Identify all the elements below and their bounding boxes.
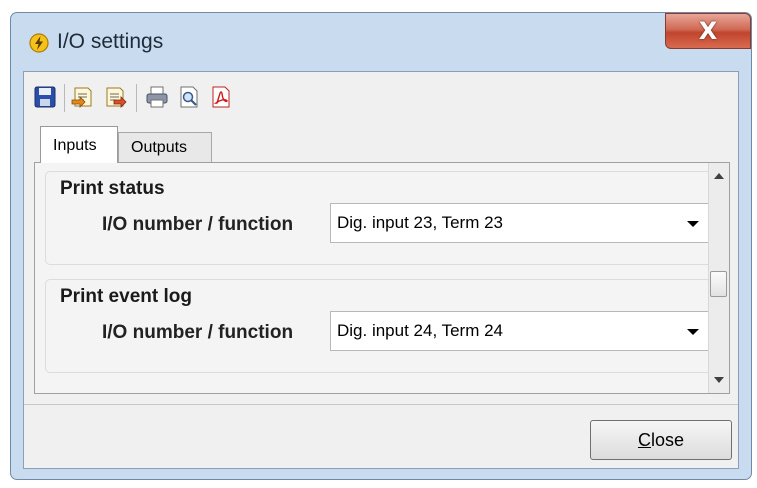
dialog-body: Inputs Outputs Print status I/O number /… <box>23 71 739 469</box>
chevron-down-icon[interactable] <box>687 329 699 335</box>
print-icon[interactable] <box>144 84 170 110</box>
vertical-scrollbar[interactable] <box>708 163 729 393</box>
scrollbar-thumb[interactable] <box>710 271 727 297</box>
toolbar-separator <box>136 84 137 112</box>
tab-outputs[interactable]: Outputs <box>118 132 212 163</box>
close-icon: X <box>698 17 718 45</box>
print-event-log-group: Print event log I/O number / function Di… <box>45 279 717 373</box>
export-icon[interactable] <box>102 84 128 110</box>
toolbar <box>30 80 370 116</box>
tab-inputs[interactable]: Inputs <box>40 126 118 163</box>
print-status-group: Print status I/O number / function Dig. … <box>45 171 717 265</box>
close-mnemonic: C <box>637 430 651 450</box>
io-function-select[interactable]: Dig. input 23, Term 23 <box>330 203 712 243</box>
chevron-down-icon[interactable] <box>687 221 699 227</box>
io-function-label: I/O number / function <box>102 214 294 235</box>
group-title: Print status <box>60 178 165 199</box>
scroll-up-arrow-icon[interactable] <box>714 173 724 179</box>
scroll-down-arrow-icon[interactable] <box>714 377 724 383</box>
inputs-panel: Print status I/O number / function Dig. … <box>34 162 730 394</box>
save-icon[interactable] <box>32 84 58 110</box>
close-label: lose <box>650 430 685 450</box>
pdf-icon[interactable] <box>208 84 234 110</box>
lightning-app-icon <box>29 33 49 53</box>
footer-divider <box>24 404 738 405</box>
io-function-label: I/O number / function <box>102 322 294 343</box>
io-settings-window: I/O settings X Inputs Outputs Print stat… <box>10 12 752 480</box>
io-function-select[interactable]: Dig. input 24, Term 24 <box>330 311 712 351</box>
close-button[interactable]: Close <box>590 420 732 460</box>
group-title: Print event log <box>60 286 192 307</box>
import-icon[interactable] <box>70 84 96 110</box>
selected-value: Dig. input 23, Term 23 <box>337 213 503 232</box>
window-title: I/O settings <box>57 30 164 53</box>
print-preview-icon[interactable] <box>176 84 202 110</box>
title-bar[interactable]: I/O settings X <box>11 13 751 71</box>
toolbar-separator <box>64 84 65 112</box>
selected-value: Dig. input 24, Term 24 <box>337 321 503 340</box>
window-close-button[interactable]: X <box>665 13 751 49</box>
